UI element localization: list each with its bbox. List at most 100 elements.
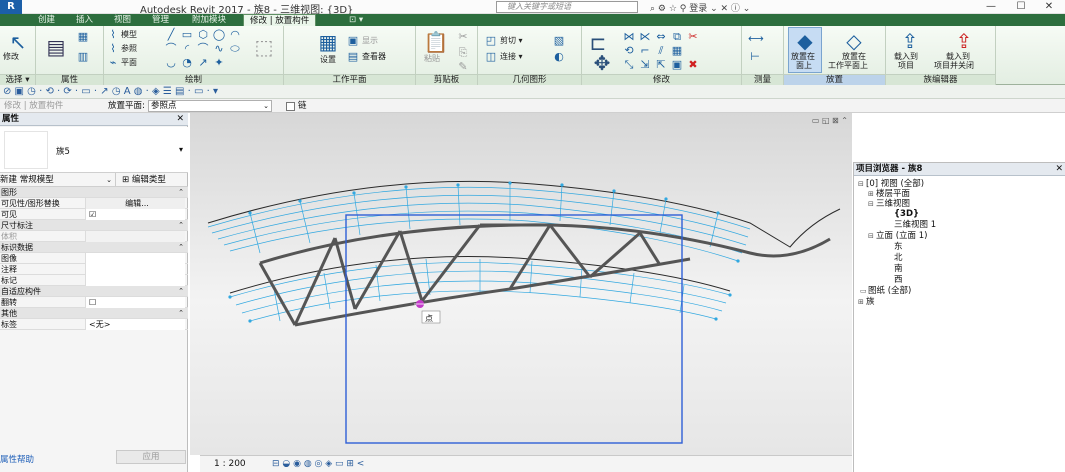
family-types-icon[interactable]: ▥ [76,50,90,64]
place-on-workplane-icon[interactable]: ◇ [840,28,868,54]
tab-insert[interactable]: 插入 [70,14,99,26]
collapse-icon[interactable]: ⌃ [178,242,184,253]
property-category-dimensions[interactable]: 尺寸标注 ⌃ [0,220,188,231]
mirror-draw-icon[interactable]: ⋉ [638,30,652,44]
split-face-icon[interactable]: ▧ [552,34,566,48]
paint-icon[interactable]: ◐ [552,50,566,64]
type-dropdown-icon[interactable]: ▾ [179,145,183,154]
load-into-project-label-2[interactable]: 项目 [898,61,914,71]
arc-center-icon[interactable]: ◜ [180,42,194,56]
reference-plane-outline[interactable] [345,214,683,444]
property-category-identity[interactable]: 标识数据 ⌃ [0,242,188,253]
scale-icon[interactable]: ⤡ [622,58,636,72]
show-workplane-icon[interactable]: ▣ [346,34,360,48]
join-geometry-icon[interactable]: ◫ [484,50,498,64]
collapse-toggle-icon[interactable]: ⊟ [858,179,866,189]
edit-type-button[interactable]: ⊞ 编辑类型 [122,173,166,187]
collapse-icon[interactable]: ⌃ [178,187,184,198]
set-workplane-icon[interactable]: ▦ [314,29,342,55]
trim-icon[interactable]: ⌐ [638,44,652,58]
collapse-toggle-icon[interactable]: ⊟ [868,199,876,209]
offset-icon[interactable]: ⇔ [654,30,668,44]
viewer-icon[interactable]: ▤ [346,50,360,64]
model-canvas[interactable]: 点 [190,113,852,455]
draw-model-label[interactable]: 模型 [121,30,137,40]
instance-filter-select[interactable]: 新建 常规模型 ⌄ [0,173,116,186]
copy-icon[interactable]: ⎘ [456,46,470,60]
delete-x-icon[interactable]: ✂ [686,30,700,44]
ellipse-icon[interactable]: ⬭ [228,42,242,56]
tab-manage[interactable]: 管理 [146,14,175,26]
tree-node-elevations[interactable]: ⊟ 立面 (立面 1) [868,231,927,241]
copy-element-icon[interactable]: ⧉ [670,30,684,44]
properties-help-link[interactable]: 属性帮助 [0,453,34,465]
search-input[interactable]: 键入关键字或短语 [496,1,638,13]
dimension-icon[interactable]: ⊢ [748,50,762,64]
draw-plane-label[interactable]: 平面 [121,58,137,68]
type-selector[interactable]: 族5 ▾ [0,127,188,173]
tree-node-sheets[interactable]: ▭图纸 (全部) [860,286,911,296]
expand-toggle-icon[interactable]: ⊞ [858,297,866,307]
split-icon[interactable]: ⫽ [654,44,668,58]
place-on-face-icon[interactable]: ◆ [791,28,819,54]
plane-icon[interactable]: ⌁ [106,56,120,70]
type-properties-icon[interactable]: ▦ [76,30,90,44]
load-into-project-icon[interactable]: ⇪ [896,28,924,54]
tab-create[interactable]: 创建 [32,14,61,26]
project-browser-close-icon[interactable]: ✕ [1055,163,1063,176]
collapse-icon[interactable]: ⌃ [178,286,184,297]
image-value[interactable] [85,253,185,264]
tree-node-west[interactable]: 西 [894,275,903,285]
circle-tool-icon[interactable]: ◯ [212,28,226,42]
tree-node-south[interactable]: 南 [894,264,903,274]
partial-ellipse-icon[interactable]: ◔ [180,56,194,70]
chain-checkbox[interactable] [286,102,295,111]
properties-icon[interactable]: ▤ [42,34,70,60]
delete-icon[interactable]: ✖ [686,58,700,72]
geometry-join-label[interactable]: 连接 ▾ [500,52,523,62]
reference-line-icon[interactable]: ⌇ [106,42,120,56]
match-properties-icon[interactable]: ✎ [456,60,470,74]
group-icon[interactable]: ▣ [670,58,684,72]
load-and-close-label-2[interactable]: 项目并关闭 [934,61,974,71]
tree-node-families[interactable]: ⊞ 族 [858,297,875,307]
pin-icon[interactable]: ⇲ [638,58,652,72]
visible-checkbox[interactable]: ☑ [85,209,185,220]
apply-button[interactable]: 应用 [116,450,186,464]
tree-node-north[interactable]: 北 [894,253,903,263]
property-category-other[interactable]: 其他 ⌃ [0,308,188,319]
fillet-arc-icon[interactable]: ⌒ [196,42,210,56]
unpin-icon[interactable]: ⇱ [654,58,668,72]
quick-access-toolbar[interactable]: ⊘ ▣ ◷ · ⟲ · ⟳ · ▭ · ↗ ◷ A ◍ · ◈ ☰ ▤ · ▭ … [0,85,1065,99]
measure-icon[interactable]: ⟷ [748,32,764,46]
property-category-adaptive[interactable]: 自适应构件 ⌃ [0,286,188,297]
comments-value[interactable] [85,264,185,275]
view-control-icons[interactable]: ⊟ ◒ ◉ ◍ ◎ ◈ ▭ ⊞ < [272,456,364,472]
rectangle-tool-icon[interactable]: ▭ [180,28,194,42]
arc-tool-icon[interactable]: ◠ [228,28,242,42]
tree-node-views-all[interactable]: ⊟ [0] 视图 (全部) [858,179,924,189]
line-tool-icon[interactable]: ╱ [164,28,178,42]
cut-geometry-icon[interactable]: ◰ [484,34,498,48]
tab-modify-place-component[interactable]: 修改 | 放置构件 [243,14,317,26]
workplane-viewer-label[interactable]: 查看器 [362,52,386,62]
plane-grid-icon[interactable]: ⬚ [250,34,278,60]
mirror-axis-icon[interactable]: ⋈ [622,30,636,44]
tree-node-3d-view-1[interactable]: 三维视图 1 [894,220,936,230]
3d-viewport[interactable]: ▭ ◱ ⊠ ⌃ 点 [190,113,852,455]
arc-3pt-icon[interactable]: ⌒ [164,42,178,56]
collapse-toggle-icon[interactable]: ⊟ [868,231,876,241]
property-category-graphics[interactable]: 图形 ⌃ [0,187,188,198]
place-on-face-label-2[interactable]: 面上 [796,61,812,71]
paste-icon[interactable]: 📋 [422,29,450,55]
workplane-set-label[interactable]: 设置 [320,55,336,65]
expand-toggle-icon[interactable]: ⊞ [868,189,876,199]
load-and-close-icon[interactable]: ⇪ [950,28,978,54]
tree-node-floor-plans[interactable]: ⊞ 楼层平面 [868,189,910,199]
tree-node-3d-default[interactable]: {3D} [894,209,919,219]
tree-node-east[interactable]: 东 [894,242,903,252]
tree-node-3d-views[interactable]: ⊟ 三维视图 [868,199,910,209]
mark-value[interactable] [85,275,185,286]
rotate-icon[interactable]: ⟲ [622,44,636,58]
model-line-icon[interactable]: ⌇ [106,28,120,42]
